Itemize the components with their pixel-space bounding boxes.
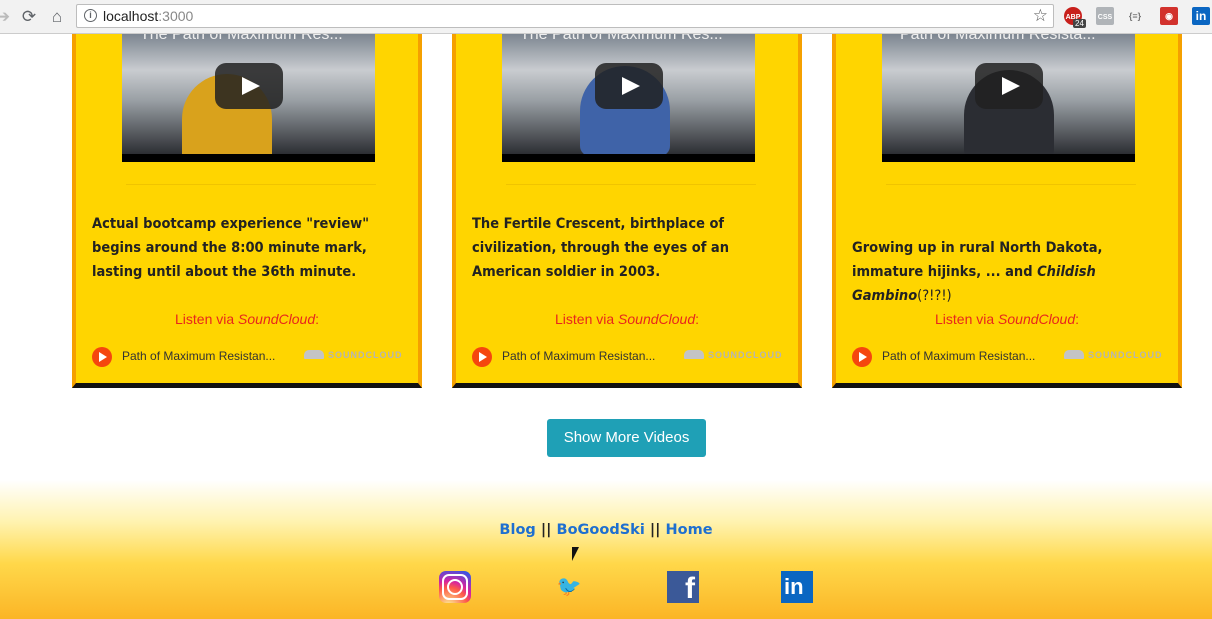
card-description: Actual bootcamp experience "review" begi… <box>92 216 370 280</box>
video-player[interactable]: The Path of Maximum Res... <box>502 34 755 162</box>
info-icon[interactable]: i <box>84 9 97 22</box>
separator: || <box>649 522 661 538</box>
soundcloud-player: Path of Maximum Resistan... SOUNDCLOUD <box>92 347 410 369</box>
track-title[interactable]: Path of Maximum Resistan... <box>882 349 1052 363</box>
video-card: The Path of Maximum Res... Actual bootca… <box>72 34 422 388</box>
soundcloud-link[interactable]: SoundCloud <box>238 311 315 327</box>
soundcloud-link[interactable]: SoundCloud <box>998 311 1075 327</box>
soundcloud-icon <box>684 350 704 359</box>
play-icon[interactable] <box>215 63 283 109</box>
video-card: Path of Maximum Resista... Growing up in… <box>832 34 1182 388</box>
video-player[interactable]: Path of Maximum Resista... <box>882 34 1135 162</box>
twitter-icon[interactable]: 🐦 <box>553 571 585 603</box>
video-title[interactable]: The Path of Maximum Res... <box>140 34 370 44</box>
instagram-icon[interactable] <box>439 571 471 603</box>
bogoodski-link[interactable]: BoGoodSki <box>557 522 645 538</box>
video-card: The Path of Maximum Res... The Fertile C… <box>452 34 802 388</box>
home-icon[interactable]: ⌂ <box>46 6 68 28</box>
footer-links: Blog || BoGoodSki || Home <box>0 522 1212 538</box>
blog-link[interactable]: Blog <box>499 522 535 538</box>
show-more-videos-button[interactable]: Show More Videos <box>547 419 706 457</box>
address-bar[interactable]: i localhost:3000 ☆ <box>76 4 1054 28</box>
video-title[interactable]: The Path of Maximum Res... <box>520 34 750 44</box>
browser-toolbar: ➔ ⟳ ⌂ i localhost:3000 ☆ ABP 24 CSS {≡} … <box>0 0 1212 34</box>
soundcloud-icon <box>304 350 324 359</box>
soundcloud-play-icon[interactable] <box>92 347 112 367</box>
soundcloud-player: Path of Maximum Resistan... SOUNDCLOUD <box>472 347 790 369</box>
back-arrow-icon[interactable]: ➔ <box>0 6 14 28</box>
url-text: localhost:3000 <box>103 8 194 24</box>
separator: || <box>540 522 552 538</box>
soundcloud-logo[interactable]: SOUNDCLOUD <box>684 350 783 360</box>
css-extension-icon[interactable]: CSS <box>1096 7 1114 25</box>
video-title[interactable]: Path of Maximum Resista... <box>900 34 1130 44</box>
linkedin-extension-icon[interactable]: in <box>1192 7 1210 25</box>
listen-text: Listen via SoundCloud: <box>935 311 1079 327</box>
soundcloud-player: Path of Maximum Resistan... SOUNDCLOUD <box>852 347 1170 369</box>
video-player[interactable]: The Path of Maximum Res... <box>122 34 375 162</box>
soundcloud-logo[interactable]: SOUNDCLOUD <box>304 350 403 360</box>
footer: Blog || BoGoodSki || Home 🐦 f in <box>0 480 1212 619</box>
soundcloud-play-icon[interactable] <box>472 347 492 367</box>
facebook-icon[interactable]: f <box>667 571 699 605</box>
json-extension-icon[interactable]: {≡} <box>1126 7 1144 25</box>
listen-text: Listen via SoundCloud: <box>175 311 319 327</box>
mouse-cursor-icon <box>572 547 579 561</box>
track-title[interactable]: Path of Maximum Resistan... <box>502 349 672 363</box>
divider <box>506 184 756 185</box>
home-link[interactable]: Home <box>666 522 713 538</box>
extension-4-icon[interactable]: ◉ <box>1160 7 1178 25</box>
track-title[interactable]: Path of Maximum Resistan... <box>122 349 292 363</box>
soundcloud-link[interactable]: SoundCloud <box>618 311 695 327</box>
soundcloud-icon <box>1064 350 1084 359</box>
adblock-badge: 24 <box>1073 19 1086 28</box>
divider <box>886 184 1136 185</box>
bookmark-star-icon[interactable]: ☆ <box>1033 6 1048 26</box>
linkedin-icon[interactable]: in <box>781 571 813 603</box>
play-icon[interactable] <box>975 63 1043 109</box>
card-description: Growing up in rural North Dakota, immatu… <box>852 240 1103 304</box>
play-icon[interactable] <box>595 63 663 109</box>
reload-icon[interactable]: ⟳ <box>18 6 40 28</box>
soundcloud-logo[interactable]: SOUNDCLOUD <box>1064 350 1163 360</box>
soundcloud-play-icon[interactable] <box>852 347 872 367</box>
listen-text: Listen via SoundCloud: <box>555 311 699 327</box>
divider <box>126 184 376 185</box>
card-description: The Fertile Crescent, birthplace of civi… <box>472 216 730 280</box>
